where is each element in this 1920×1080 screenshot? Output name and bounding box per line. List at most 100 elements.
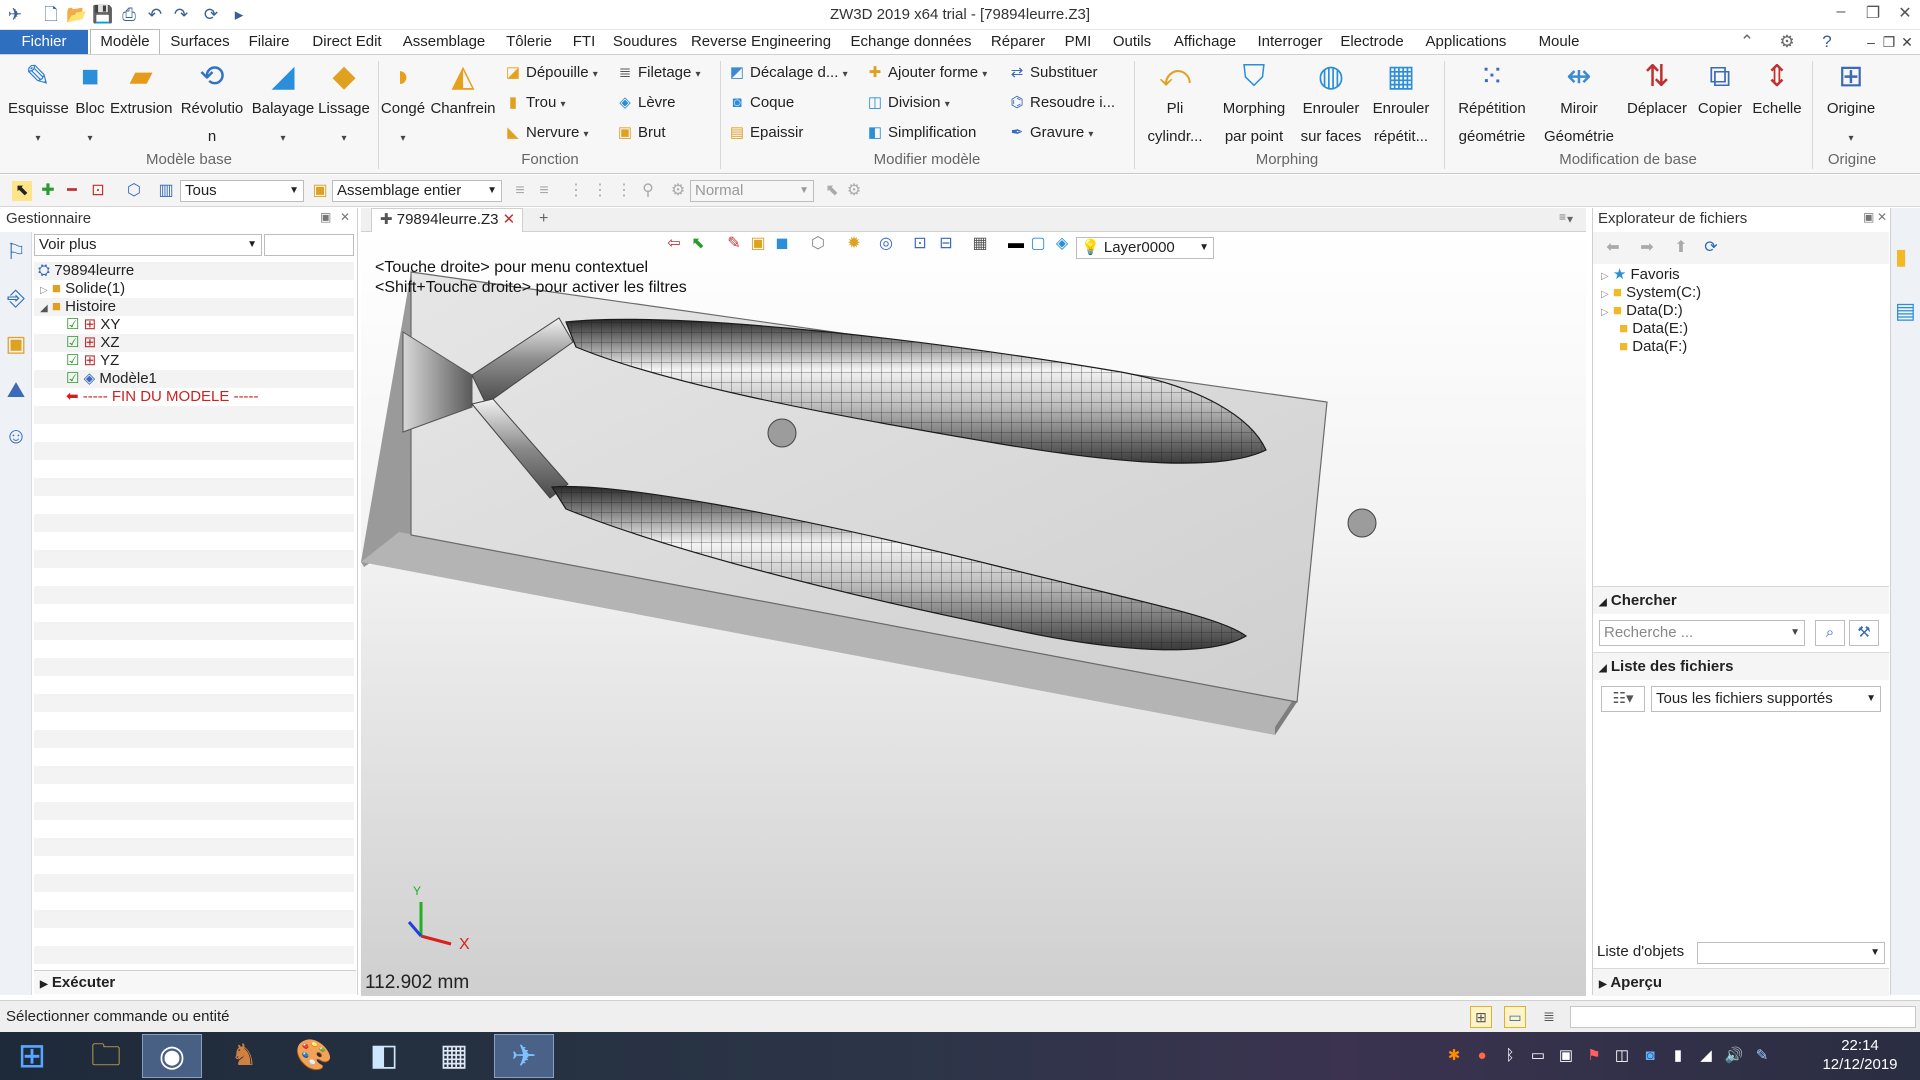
tree3-icon[interactable]: ⋮ [614, 181, 634, 201]
menu-modele[interactable]: Modèle [90, 29, 160, 55]
tree-item-xy[interactable]: ☑ ⊞ XY [66, 316, 120, 334]
tray-app-2-icon[interactable]: ● [1472, 1046, 1492, 1066]
document-tab[interactable]: ✚ 79894leurre.Z3 ✕ [371, 208, 523, 232]
echelle-button[interactable]: ⇕ Echelle [1748, 55, 1806, 123]
checkbox-icon[interactable]: ☑ [66, 370, 79, 387]
layer-dropdown[interactable]: 💡 Layer0000 ▼ [1076, 237, 1214, 259]
scope-dropdown[interactable]: Assemblage entier ▼ [332, 180, 502, 202]
expand-icon[interactable]: ▷ [40, 285, 48, 296]
parts-tab-icon[interactable]: ▣ [2, 330, 30, 358]
align2-icon[interactable]: ≡ [534, 181, 554, 201]
tree-item-solide[interactable]: ▷ ■ Solide(1) [40, 280, 125, 298]
menu-reparer[interactable]: Réparer [986, 30, 1050, 54]
tree-icon[interactable]: ⋮ [566, 181, 586, 201]
app-3-icon[interactable]: ♞ [214, 1034, 274, 1078]
volume-icon[interactable]: 🔊 [1724, 1046, 1744, 1066]
menu-moule[interactable]: Moule [1520, 30, 1598, 54]
menu-echange-donnees[interactable]: Echange données [840, 30, 982, 54]
repetition-geometrie-button[interactable]: ⁙ Répétition géométrie [1452, 55, 1532, 151]
language-icon[interactable]: ✎ [1752, 1046, 1772, 1066]
menu-filaire[interactable]: Filaire [240, 30, 298, 54]
restore-icon[interactable]: ❐ [1858, 3, 1888, 25]
explorer-drive-f[interactable]: ■ Data(F:) [1619, 338, 1687, 356]
menu-applications[interactable]: Applications [1416, 30, 1516, 54]
menu-electrode[interactable]: Electrode [1334, 30, 1410, 54]
section-icon[interactable]: ⊟ [935, 233, 957, 255]
trou-button[interactable]: ▮ Trou ▾ [504, 89, 566, 117]
panel-menu-icon[interactable]: ≡ [1559, 210, 1566, 224]
explorer-pin-icon[interactable]: ▣ [1863, 210, 1874, 224]
morphing-par-point-button[interactable]: ⛉ Morphing par point [1214, 55, 1294, 151]
division-button[interactable]: ◫ Division ▾ [866, 89, 950, 117]
miroir-geometrie-button[interactable]: ⇹ Miroir Géométrie [1538, 55, 1620, 151]
expand-icon[interactable]: ▷ [1601, 307, 1609, 318]
menu-interroger[interactable]: Interroger [1252, 30, 1328, 54]
checkbox-icon[interactable]: ☑ [66, 352, 79, 369]
tab-menu-icon[interactable]: ▾ [1567, 212, 1573, 226]
back-icon[interactable]: ⬅ [1603, 238, 1623, 258]
menu-tolerie[interactable]: Tôlerie [498, 30, 560, 54]
expand-icon[interactable]: ▷ [1601, 271, 1609, 282]
3d-viewport[interactable]: X Y <Touche droite> pour menu contextuel… [361, 232, 1586, 996]
filetage-button[interactable]: ≣ Filetage ▾ [616, 59, 701, 87]
mold-model[interactable] [361, 232, 1586, 996]
fit-icon[interactable]: ⊡ [909, 233, 931, 255]
tray-app-1-icon[interactable]: ✱ [1444, 1046, 1464, 1066]
origine-button[interactable]: ⊞ Origine ▾ [1818, 55, 1884, 153]
extrusion-button[interactable]: ▰ Extrusion [110, 55, 173, 123]
app-5-icon[interactable]: ◧ [354, 1034, 414, 1078]
settings-icon[interactable]: ⚙ [1776, 31, 1798, 53]
doc-close-icon[interactable]: ✕ [1896, 31, 1918, 53]
explorer-drive-d[interactable]: ▷ ■ Data(D:) [1601, 302, 1683, 320]
execute-section[interactable]: ▶ Exécuter [34, 970, 356, 994]
decalage-button[interactable]: ◩ Décalage d... ▾ [728, 59, 848, 87]
preview-section[interactable]: ▶ Aperçu [1593, 968, 1889, 996]
file-type-dropdown[interactable]: Tous les fichiers supportés ▼ [1651, 686, 1881, 712]
shade-icon[interactable]: ▣ [747, 233, 769, 255]
menu-soudures[interactable]: Soudures [608, 30, 682, 54]
calculator-app-icon[interactable]: ▦ [424, 1034, 484, 1078]
filter-shape-icon[interactable]: ⬡ [124, 181, 144, 201]
coque-button[interactable]: ◙ Coque [728, 89, 794, 117]
substituer-button[interactable]: ⇄ Substituer [1008, 59, 1098, 87]
zw3d-app-icon[interactable]: ✈ [494, 1034, 554, 1078]
search-section[interactable]: ◢ Chercher [1593, 586, 1889, 614]
view-more-dropdown[interactable]: Voir plus ▼ [34, 234, 262, 256]
box-pick-icon[interactable]: ⊡ [88, 181, 108, 201]
menu-pmi[interactable]: PMI [1056, 30, 1100, 54]
levre-button[interactable]: ◈ Lèvre [616, 89, 675, 117]
tree-item-yz[interactable]: ☑ ⊞ YZ [66, 352, 119, 370]
up-icon[interactable]: ⬆ [1671, 238, 1691, 258]
tray-flag-icon[interactable]: ⚑ [1584, 1046, 1604, 1066]
tray-app-3-icon[interactable]: ◫ [1612, 1046, 1632, 1066]
tree-item-modele1[interactable]: ☑ ◈ Modèle1 [66, 370, 157, 388]
add-pick-icon[interactable]: ✚ [38, 181, 58, 201]
deplacer-button[interactable]: ⇅ Déplacer [1622, 55, 1692, 123]
enrouler-repetition-button[interactable]: ▦ Enrouler répétit... [1368, 55, 1434, 151]
tool-icon[interactable]: ⚙ [668, 181, 688, 201]
mode-dropdown[interactable]: Normal ▼ [690, 180, 814, 202]
filter-chart-icon[interactable]: ▥ [156, 181, 176, 201]
manager-search-field[interactable] [264, 234, 354, 256]
pencil-icon[interactable]: ✎ [723, 233, 745, 255]
history-tab-icon[interactable]: ⚐ [2, 238, 30, 266]
enrouler-sur-faces-button[interactable]: ◍ Enrouler sur faces [1298, 55, 1364, 151]
menu-surfaces[interactable]: Surfaces [166, 30, 234, 54]
face-color-icon[interactable]: ▢ [1027, 233, 1049, 255]
close-icon[interactable]: ✕ [1890, 3, 1920, 25]
expand-icon[interactable]: ▷ [1601, 289, 1609, 300]
zoom-icon[interactable]: ◎ [875, 233, 897, 255]
advanced-search-icon[interactable]: ⚒ [1849, 620, 1879, 646]
checkbox-icon[interactable]: ☑ [66, 334, 79, 351]
status-tool-1-icon[interactable]: ⊞ [1470, 1006, 1492, 1028]
menu-outils[interactable]: Outils [1104, 30, 1160, 54]
tree-item-histoire[interactable]: ◢ ■ Histoire [40, 298, 116, 316]
bloc-button[interactable]: ■ Bloc ▾ [68, 55, 112, 153]
tray-app-4-icon[interactable]: ◙ [1640, 1046, 1660, 1066]
nervure-button[interactable]: ◣ Nervure ▾ [504, 119, 588, 147]
new-tab-icon[interactable]: + [539, 210, 548, 228]
explorer-tab-icon[interactable]: ▮ [1895, 244, 1907, 270]
user-tab-icon[interactable]: ☺ [2, 422, 30, 450]
pick-icon[interactable]: ⬉ [12, 181, 32, 201]
pin-icon[interactable]: ⚲ [638, 181, 658, 201]
